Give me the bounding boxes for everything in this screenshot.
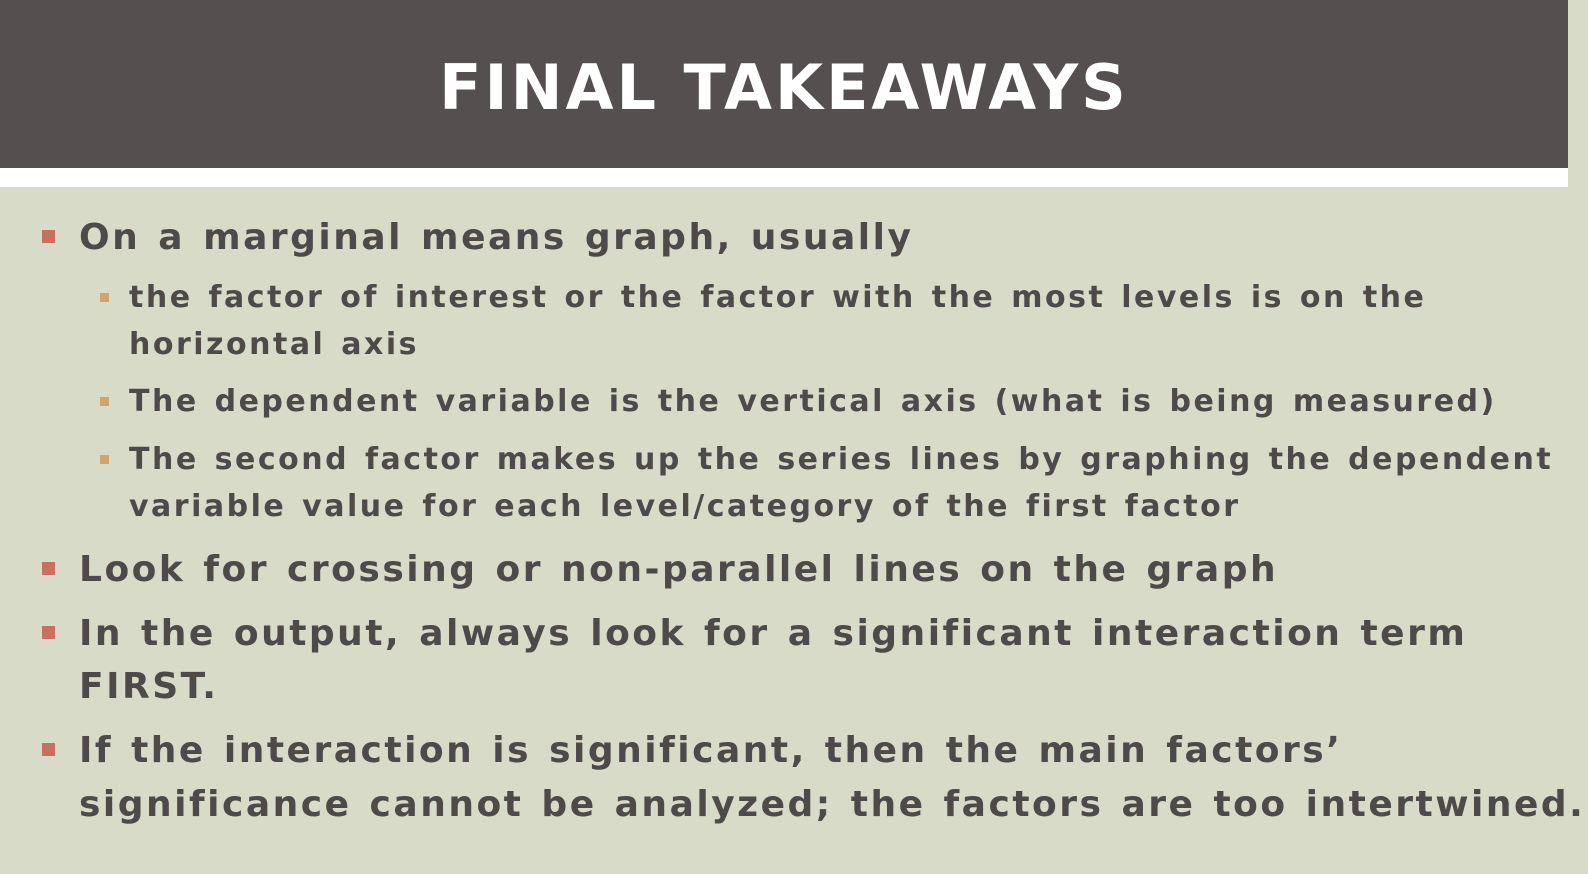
- sub-bullet-2-line-1: The dependent variable is the vertical a…: [129, 384, 1497, 419]
- bullet-1-text: On a marginal means graph, usually: [79, 217, 914, 258]
- main-bullet-icon: [42, 743, 55, 756]
- bullet-3-line-2: FIRST.: [79, 666, 219, 707]
- sub-bullet-1-line-1: the factor of interest or the factor wit…: [129, 280, 1427, 315]
- sub-bullet-1-line-2: horizontal axis: [129, 327, 420, 362]
- slide-content: On a marginal means graph, usually the f…: [0, 187, 1583, 863]
- bullet-2-text: Look for crossing or non-parallel lines …: [79, 549, 1279, 590]
- main-bullet-icon: [42, 626, 55, 639]
- bullet-4-line-2: significance cannot be analyzed; the fac…: [79, 784, 1586, 825]
- bullet-4-line-1: If the interaction is significant, then …: [79, 730, 1343, 771]
- divider-band: [0, 168, 1568, 187]
- main-bullet-icon: [42, 562, 55, 575]
- slide: FINAL TAKEAWAYS On a marginal means grap…: [0, 0, 1583, 863]
- sub-bullet-icon: [100, 455, 109, 464]
- main-bullet-icon: [42, 230, 55, 243]
- title-bar: FINAL TAKEAWAYS: [0, 0, 1568, 168]
- bullet-3-line-1: In the output, always look for a signifi…: [79, 613, 1468, 654]
- sub-bullet-icon: [100, 397, 109, 406]
- slide-title: FINAL TAKEAWAYS: [439, 51, 1129, 124]
- sub-bullet-icon: [100, 293, 109, 302]
- sub-bullet-3-line-1: The second factor makes up the series li…: [129, 442, 1554, 477]
- sub-bullet-3-line-2: variable value for each level/category o…: [129, 489, 1241, 524]
